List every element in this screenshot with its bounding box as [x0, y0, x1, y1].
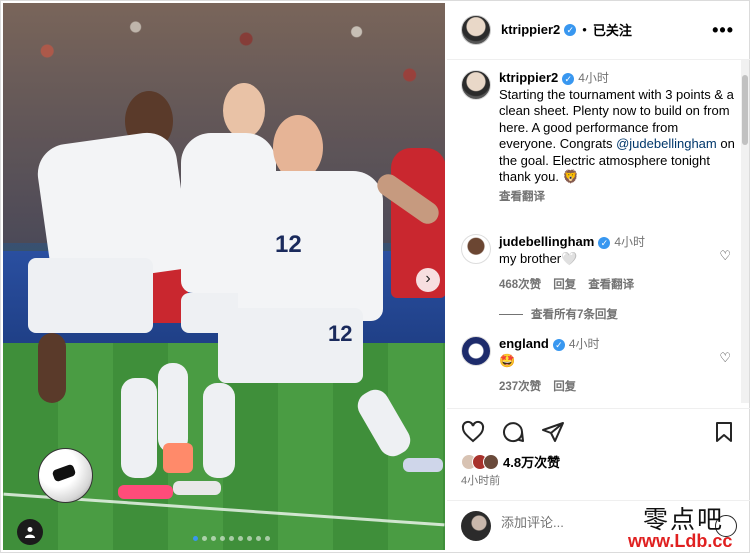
- reply-button[interactable]: 回复: [553, 277, 576, 294]
- scrollbar-thumb[interactable]: [742, 75, 748, 145]
- carousel-dot: [256, 536, 261, 541]
- caption: ktrippier2 ✓ 4小时 Starting the tournament w…: [461, 70, 737, 205]
- comment-meta: 237次赞 回复: [499, 379, 737, 396]
- comments-list: ktrippier2 ✓ 4小时 Starting the tournament w…: [447, 60, 737, 403]
- carousel-dot: [220, 536, 225, 541]
- comment-item: judebellingham ✓ 4小时 my brother🤍 468次赞 回复 …: [461, 234, 737, 294]
- user-icon: [25, 527, 35, 538]
- likes-summary[interactable]: 4.8万次赞: [461, 452, 560, 471]
- verified-badge-icon: ✓: [562, 72, 575, 85]
- follow-status-button[interactable]: 已关注: [593, 20, 632, 39]
- comment-author[interactable]: england: [499, 336, 549, 351]
- see-translation-link[interactable]: 查看翻译: [588, 277, 634, 294]
- likes-count[interactable]: 4.8万次赞: [503, 452, 560, 471]
- comment-bubble-icon[interactable]: [501, 420, 525, 444]
- comment-text: 🤩: [499, 352, 516, 368]
- post-photo[interactable]: 12 12 ›: [3, 3, 445, 550]
- carousel-dot: [193, 536, 198, 541]
- carousel-dot: [229, 536, 234, 541]
- author-avatar[interactable]: [461, 70, 491, 100]
- comments-scrollbar[interactable]: [741, 60, 749, 403]
- comment-likes[interactable]: 468次赞: [499, 277, 541, 294]
- liker-avatar: [483, 453, 499, 470]
- more-options-icon[interactable]: •••: [712, 20, 734, 41]
- carousel-dot: [211, 536, 216, 541]
- caption-mention-link[interactable]: @judebellingham: [616, 136, 717, 151]
- comment-text: my brother🤍: [499, 250, 578, 266]
- comment-time[interactable]: 4小时: [569, 337, 600, 351]
- next-photo-button[interactable]: ›: [416, 268, 440, 292]
- action-icons: [461, 420, 565, 444]
- author-avatar[interactable]: [461, 14, 491, 45]
- commenter-avatar[interactable]: [461, 234, 491, 264]
- view-replies-link[interactable]: 查看所有7条回复: [499, 306, 618, 322]
- post-timestamp[interactable]: 4小时前: [461, 472, 500, 488]
- shirt-number: 12: [275, 231, 302, 258]
- verified-badge-icon: ✓: [598, 236, 611, 249]
- football: [38, 448, 93, 503]
- current-user-avatar: [461, 511, 491, 541]
- caption-time[interactable]: 4小时: [578, 71, 609, 85]
- comment-time[interactable]: 4小时: [614, 235, 645, 249]
- reply-button[interactable]: 回复: [553, 379, 576, 396]
- tagged-users-button[interactable]: [17, 519, 43, 545]
- shirt-number: 12: [328, 321, 353, 346]
- commenter-avatar[interactable]: [461, 336, 491, 366]
- share-send-icon[interactable]: [541, 420, 565, 444]
- separator-dot: •: [582, 22, 587, 37]
- comment-meta: 468次赞 回复 查看翻译: [499, 277, 737, 294]
- bookmark-icon[interactable]: [712, 420, 736, 444]
- post-header: ktrippier2 ✓ • 已关注 •••: [447, 0, 750, 60]
- verified-badge-icon: ✓: [564, 23, 577, 36]
- caption-author[interactable]: ktrippier2: [499, 70, 558, 85]
- watermark-url: www.Ldb.cc: [628, 531, 733, 551]
- replies-divider: [499, 313, 523, 315]
- carousel-dot: [247, 536, 252, 541]
- verified-badge-icon: ✓: [552, 338, 565, 351]
- like-heart-icon[interactable]: [461, 420, 485, 444]
- see-translation-link[interactable]: 查看翻译: [499, 189, 737, 206]
- carousel-dots: [193, 536, 270, 541]
- view-replies-label: 查看所有7条回复: [531, 309, 618, 321]
- comment-likes[interactable]: 237次赞: [499, 379, 541, 396]
- post-side-panel: ktrippier2 ✓ • 已关注 ••• ktrippier2 ✓ 4小时 St…: [447, 0, 750, 553]
- comment-item: england ✓ 4小时 🤩 237次赞 回复 ♡: [461, 336, 737, 396]
- carousel-dot: [238, 536, 243, 541]
- author-username[interactable]: ktrippier2: [501, 22, 560, 37]
- carousel-dot: [265, 536, 270, 541]
- like-comment-heart-icon[interactable]: ♡: [719, 248, 731, 264]
- like-comment-heart-icon[interactable]: ♡: [719, 350, 731, 366]
- carousel-dot: [202, 536, 207, 541]
- comment-author[interactable]: judebellingham: [499, 234, 594, 249]
- post-actions: 4.8万次赞 4小时前: [447, 408, 750, 487]
